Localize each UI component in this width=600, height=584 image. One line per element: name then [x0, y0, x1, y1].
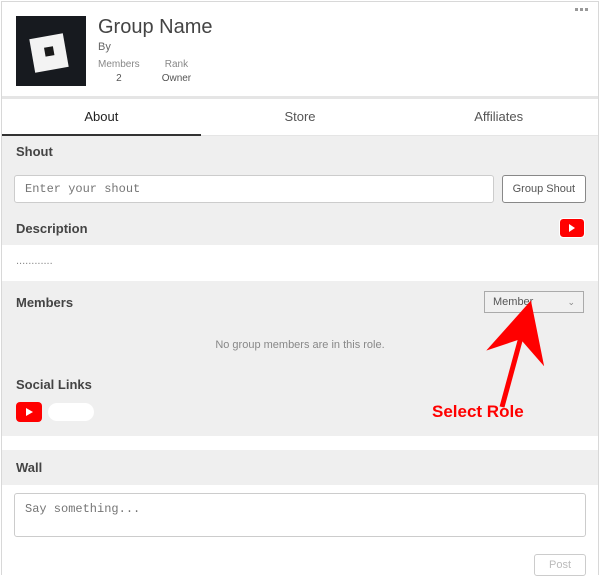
group-stats: Members 2 Rank Owner	[98, 59, 213, 84]
rank-value: Owner	[162, 73, 191, 84]
wall-input[interactable]	[14, 493, 586, 537]
shout-title: Shout	[16, 144, 584, 159]
group-shout-button[interactable]: Group Shout	[502, 175, 586, 203]
youtube-icon	[16, 402, 42, 422]
description-content: ............	[2, 245, 598, 281]
tab-store[interactable]: Store	[201, 99, 400, 135]
tab-about[interactable]: About	[2, 99, 201, 136]
shout-input[interactable]	[14, 175, 494, 203]
rank-label: Rank	[162, 59, 191, 70]
tab-affiliates[interactable]: Affiliates	[399, 99, 598, 135]
overflow-menu-icon[interactable]	[575, 8, 588, 11]
wall-section: Wall	[2, 450, 598, 485]
group-by-label: By	[98, 41, 213, 53]
post-button[interactable]: Post	[534, 554, 586, 576]
social-link-label	[48, 403, 94, 421]
members-value: 2	[98, 73, 140, 84]
description-header: Description	[2, 211, 598, 245]
chevron-down-icon: ⌄	[567, 297, 575, 308]
tabs: About Store Affiliates	[2, 99, 598, 136]
members-empty-message: No group members are in this role.	[2, 323, 598, 371]
group-header: Group Name By Members 2 Rank Owner	[2, 2, 598, 99]
members-header: Members Member ⌄	[2, 281, 598, 323]
wall-title: Wall	[16, 460, 584, 475]
members-label: Members	[98, 59, 140, 70]
description-title: Description	[16, 221, 88, 236]
members-title: Members	[16, 295, 73, 310]
role-select-dropdown[interactable]: Member ⌄	[484, 291, 584, 313]
shout-section: Shout	[2, 136, 598, 167]
social-title: Social Links	[16, 377, 584, 392]
group-logo	[16, 16, 86, 86]
youtube-icon[interactable]	[560, 219, 584, 237]
social-link-youtube[interactable]	[16, 402, 94, 422]
group-title: Group Name	[98, 16, 213, 39]
role-select-value: Member	[493, 296, 533, 308]
social-links-section: Social Links	[2, 371, 598, 436]
